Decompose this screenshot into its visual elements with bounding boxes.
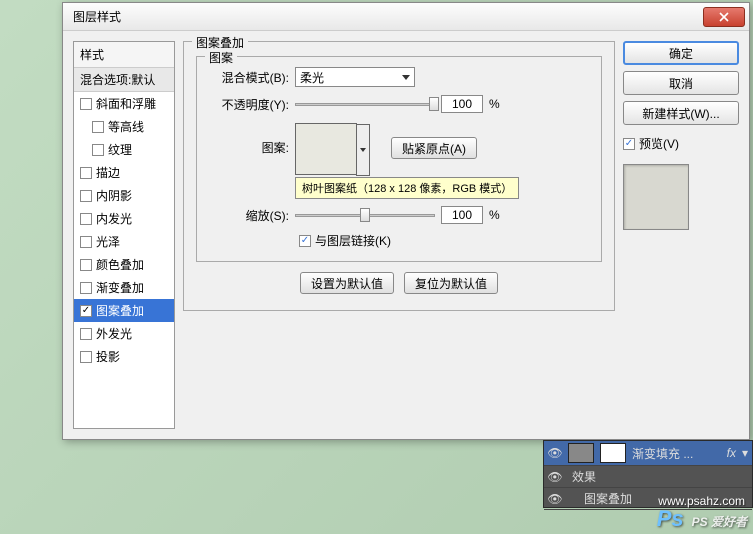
fx-badge[interactable]: fx	[727, 446, 736, 460]
style-item-11[interactable]: 投影	[74, 345, 174, 368]
layer-style-dialog: 图层样式 样式 混合选项:默认 斜面和浮雕等高线纹理描边内阴影内发光光泽颜色叠加…	[62, 2, 750, 440]
style-item-3[interactable]: 描边	[74, 161, 174, 184]
scale-input[interactable]	[441, 206, 483, 224]
style-label: 投影	[96, 348, 120, 365]
style-checkbox[interactable]	[92, 144, 104, 156]
style-checkbox[interactable]	[92, 121, 104, 133]
style-label: 斜面和浮雕	[96, 95, 156, 112]
layer-name: 渐变填充 ...	[632, 445, 693, 462]
dialog-title: 图层样式	[73, 8, 121, 25]
pattern-tooltip: 树叶图案纸（128 x 128 像素，RGB 模式）	[295, 177, 519, 199]
pattern-group: 图案 混合模式(B): 柔光 不透明度(Y): %	[196, 56, 602, 262]
close-button[interactable]	[703, 7, 745, 27]
opacity-slider[interactable]	[295, 103, 435, 106]
effects-label: 效果	[572, 468, 596, 485]
blend-mode-label: 混合模式(B):	[209, 69, 289, 86]
right-panel: 确定 取消 新建样式(W)... 预览(V)	[623, 41, 739, 429]
blend-options-item[interactable]: 混合选项:默认	[74, 68, 174, 92]
chevron-down-icon	[360, 148, 366, 152]
style-checkbox[interactable]	[80, 236, 92, 248]
styles-header: 样式	[74, 42, 174, 68]
style-item-8[interactable]: 渐变叠加	[74, 276, 174, 299]
pattern-swatch[interactable]	[295, 123, 357, 175]
visibility-icon[interactable]: 👁	[548, 446, 562, 460]
link-layer-checkbox[interactable]	[299, 235, 311, 247]
pattern-dropdown[interactable]	[356, 124, 370, 176]
layer-effects-row[interactable]: 👁 效果	[544, 466, 752, 488]
style-item-9[interactable]: 图案叠加	[74, 299, 174, 322]
ok-button[interactable]: 确定	[623, 41, 739, 65]
style-label: 光泽	[96, 233, 120, 250]
opacity-label: 不透明度(Y):	[209, 96, 289, 113]
preview-thumbnail	[623, 164, 689, 230]
preview-checkbox[interactable]	[623, 138, 635, 150]
style-label: 纹理	[108, 141, 132, 158]
style-checkbox[interactable]	[80, 167, 92, 179]
snap-origin-button[interactable]: 贴紧原点(A)	[391, 137, 477, 159]
style-checkbox[interactable]	[80, 259, 92, 271]
style-item-2[interactable]: 纹理	[74, 138, 174, 161]
layer-mask-thumbnail	[600, 443, 626, 463]
reset-default-button[interactable]: 复位为默认值	[404, 272, 498, 294]
style-label: 描边	[96, 164, 120, 181]
pattern-label: 图案:	[209, 123, 289, 156]
style-checkbox[interactable]	[80, 190, 92, 202]
style-label: 等高线	[108, 118, 144, 135]
center-panel: 图案叠加 图案 混合模式(B): 柔光 不透明度(Y):	[183, 41, 615, 429]
style-label: 外发光	[96, 325, 132, 342]
chevron-down-icon	[402, 75, 410, 80]
group-title: 图案	[205, 49, 237, 66]
style-label: 内发光	[96, 210, 132, 227]
chevron-down-icon[interactable]: ▾	[742, 446, 748, 460]
style-label: 图案叠加	[96, 302, 144, 319]
close-icon	[719, 12, 729, 22]
titlebar: 图层样式	[63, 3, 749, 31]
opacity-input[interactable]	[441, 95, 483, 113]
cancel-button[interactable]: 取消	[623, 71, 739, 95]
style-label: 渐变叠加	[96, 279, 144, 296]
style-item-7[interactable]: 颜色叠加	[74, 253, 174, 276]
styles-panel: 样式 混合选项:默认 斜面和浮雕等高线纹理描边内阴影内发光光泽颜色叠加渐变叠加图…	[73, 41, 175, 429]
watermark: Ps PS 爱好者	[657, 506, 747, 532]
style-label: 内阴影	[96, 187, 132, 204]
style-checkbox[interactable]	[80, 351, 92, 363]
blend-mode-select[interactable]: 柔光	[295, 67, 415, 87]
effect-label: 图案叠加	[584, 490, 632, 507]
layer-thumbnail	[568, 443, 594, 463]
link-layer-label: 与图层链接(K)	[315, 232, 391, 249]
pattern-overlay-section: 图案叠加 图案 混合模式(B): 柔光 不透明度(Y):	[183, 41, 615, 311]
style-checkbox[interactable]	[80, 282, 92, 294]
style-item-5[interactable]: 内发光	[74, 207, 174, 230]
preview-label: 预览(V)	[639, 135, 679, 152]
style-item-4[interactable]: 内阴影	[74, 184, 174, 207]
style-checkbox[interactable]	[80, 328, 92, 340]
visibility-icon[interactable]: 👁	[548, 470, 562, 484]
style-item-1[interactable]: 等高线	[74, 115, 174, 138]
layer-row-gradient-fill[interactable]: 👁 渐变填充 ... fx ▾	[544, 441, 752, 466]
style-label: 颜色叠加	[96, 256, 144, 273]
style-checkbox[interactable]	[80, 98, 92, 110]
style-item-6[interactable]: 光泽	[74, 230, 174, 253]
style-item-0[interactable]: 斜面和浮雕	[74, 92, 174, 115]
visibility-icon[interactable]: 👁	[548, 492, 562, 506]
new-style-button[interactable]: 新建样式(W)...	[623, 101, 739, 125]
scale-label: 缩放(S):	[209, 207, 289, 224]
style-item-10[interactable]: 外发光	[74, 322, 174, 345]
style-checkbox[interactable]	[80, 213, 92, 225]
style-checkbox[interactable]	[80, 305, 92, 317]
scale-slider[interactable]	[295, 214, 435, 217]
make-default-button[interactable]: 设置为默认值	[300, 272, 394, 294]
